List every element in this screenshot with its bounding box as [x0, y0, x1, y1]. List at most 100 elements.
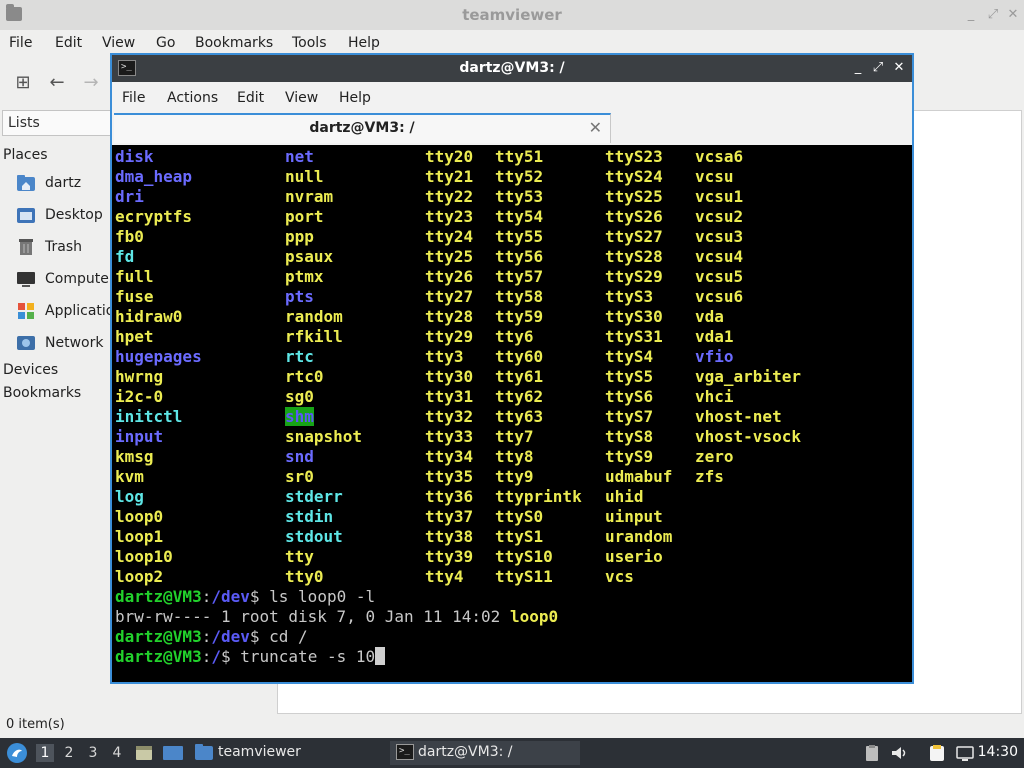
- minimize-icon[interactable]: _: [963, 7, 979, 23]
- listing-entry: tty33: [425, 427, 474, 446]
- listing-entry: vga_arbiter: [695, 367, 801, 386]
- listing-entry: vcsu5: [695, 267, 744, 286]
- workspace-4[interactable]: 4: [108, 744, 126, 762]
- listing-entry: ttyS4: [605, 347, 654, 366]
- sidebar-item-network[interactable]: Network: [16, 332, 116, 356]
- bookmarks-heading: Bookmarks: [3, 385, 82, 401]
- tab-terminal[interactable]: dartz@VM3: / ✕: [114, 113, 611, 143]
- listing-entry: tty29: [425, 327, 474, 346]
- listing-entry: nvram: [285, 187, 334, 206]
- listing-entry: hugepages: [115, 347, 202, 366]
- listing-entry: dri: [115, 187, 144, 206]
- listing-entry: ttyS0: [495, 507, 544, 526]
- listing-entry: snapshot: [285, 427, 363, 446]
- listing-entry: tty3: [425, 347, 464, 366]
- menu-actions[interactable]: Actions: [167, 90, 218, 106]
- listing-entry: random: [285, 307, 343, 326]
- file-manager-titlebar[interactable]: teamviewer _ ⤢ ✕: [0, 0, 1024, 30]
- tab-close-icon[interactable]: ✕: [589, 118, 602, 137]
- workspace-3[interactable]: 3: [84, 744, 102, 762]
- terminal-output[interactable]: disk net tty20 tty51 ttyS23 vcsa6 dma_heap null…: [112, 145, 912, 682]
- listing-entry: tty55: [495, 227, 544, 246]
- listing-entry: tty39: [425, 547, 474, 566]
- menu-file[interactable]: File: [122, 90, 145, 106]
- menu-help[interactable]: Help: [348, 35, 380, 51]
- listing-entry: hwrng: [115, 367, 164, 386]
- maximize-icon[interactable]: ⤢: [985, 7, 1001, 23]
- ls-output-text: brw-rw---- 1 root disk 7, 0 Jan 11 14:02: [115, 607, 510, 626]
- listing-entry: ttyS24: [605, 167, 663, 186]
- workspace-1[interactable]: 1: [36, 744, 54, 762]
- listing-entry: rtc0: [285, 367, 324, 386]
- listing-entry: tty24: [425, 227, 474, 246]
- taskbar-task-terminal[interactable]: >_ dartz@VM3: /: [390, 741, 580, 765]
- listing-entry: kmsg: [115, 447, 154, 466]
- forward-arrow-icon[interactable]: →: [80, 72, 102, 94]
- prompt-user: dartz@VM3: [115, 627, 202, 646]
- status-bar-text: 0 item(s): [6, 717, 65, 732]
- listing-entry: uinput: [605, 507, 663, 526]
- desktop-folder-icon: [17, 208, 35, 223]
- menu-view[interactable]: View: [102, 35, 135, 51]
- close-icon[interactable]: ✕: [1005, 7, 1021, 23]
- prompt-line: dartz@VM3:/$ truncate -s 10: [115, 647, 386, 667]
- listing-entry: tty53: [495, 187, 544, 206]
- clock[interactable]: 14:30: [978, 744, 1018, 760]
- menu-edit[interactable]: Edit: [237, 90, 264, 106]
- workspace-2[interactable]: 2: [60, 744, 78, 762]
- prompt-user: dartz@VM3: [115, 647, 202, 666]
- window-title: dartz@VM3: /: [459, 60, 565, 76]
- sidebar-item-label: Desktop: [45, 207, 103, 223]
- show-desktop-icon[interactable]: [134, 743, 154, 763]
- sidebar-item-dartz[interactable]: dartz: [16, 172, 116, 196]
- listing-entry: vcs: [605, 567, 634, 586]
- maximize-icon[interactable]: ⤢: [870, 59, 886, 77]
- terminal-menubar: File Actions Edit View Help: [112, 82, 912, 112]
- taskbar-task-teamviewer[interactable]: teamviewer: [192, 741, 382, 765]
- window-title: teamviewer: [462, 6, 562, 24]
- minimize-icon[interactable]: _: [850, 59, 866, 77]
- listing-entry: ttyS5: [605, 367, 654, 386]
- menu-tools[interactable]: Tools: [292, 35, 327, 51]
- new-tab-icon[interactable]: ⊞: [12, 72, 34, 94]
- menu-edit[interactable]: Edit: [55, 35, 82, 51]
- volume-icon[interactable]: [890, 744, 908, 762]
- network-icon: [17, 336, 35, 350]
- close-icon[interactable]: ✕: [891, 59, 907, 77]
- terminal-titlebar[interactable]: >_ dartz@VM3: / _ ⤢ ✕: [112, 55, 912, 82]
- listing-entry: vcsu4: [695, 247, 744, 266]
- sidebar-mode-select[interactable]: Lists: [2, 110, 114, 136]
- ls-output-filename: loop0: [509, 607, 559, 626]
- prompt-line: dartz@VM3:/dev$ cd /: [115, 627, 308, 646]
- window-list-icon[interactable]: [162, 743, 184, 763]
- clipboard-icon[interactable]: [863, 744, 881, 762]
- listing-entry: tty54: [495, 207, 544, 226]
- start-menu-icon[interactable]: [6, 742, 28, 764]
- listing-entry: vcsu: [695, 167, 734, 186]
- listing-entry: log: [115, 487, 144, 506]
- listing-entry: zfs: [695, 467, 724, 486]
- sidebar-item-applications[interactable]: Applications: [16, 300, 131, 324]
- listing-entry: vhost-vsock: [695, 427, 801, 446]
- menu-file[interactable]: File: [9, 35, 32, 51]
- listing-entry: ttyS1: [495, 527, 544, 546]
- listing-entry: ttyS25: [605, 187, 663, 206]
- back-arrow-icon[interactable]: ←: [46, 72, 68, 94]
- listing-entry: sr0: [285, 467, 314, 486]
- home-folder-icon: [17, 175, 35, 191]
- sidebar-item-label: dartz: [45, 175, 82, 191]
- listing-entry: ttyS29: [605, 267, 663, 286]
- prompt-line: dartz@VM3:/dev$ ls loop0 -l: [115, 587, 376, 606]
- network-status-icon[interactable]: [956, 744, 974, 762]
- sidebar-item-desktop[interactable]: Desktop: [16, 204, 116, 228]
- notes-icon[interactable]: [928, 744, 946, 762]
- listing-entry: tty31: [425, 387, 474, 406]
- taskbar: 1 2 3 4 teamviewer >_ dartz@VM3: / 14:30: [0, 738, 1024, 768]
- sidebar-item-computer[interactable]: Computer: [16, 268, 116, 292]
- sidebar-item-trash[interactable]: Trash: [16, 236, 116, 260]
- menu-bookmarks[interactable]: Bookmarks: [195, 35, 273, 51]
- menu-go[interactable]: Go: [156, 35, 175, 51]
- listing-entry: disk: [115, 147, 154, 166]
- menu-view[interactable]: View: [285, 90, 318, 106]
- menu-help[interactable]: Help: [339, 90, 371, 106]
